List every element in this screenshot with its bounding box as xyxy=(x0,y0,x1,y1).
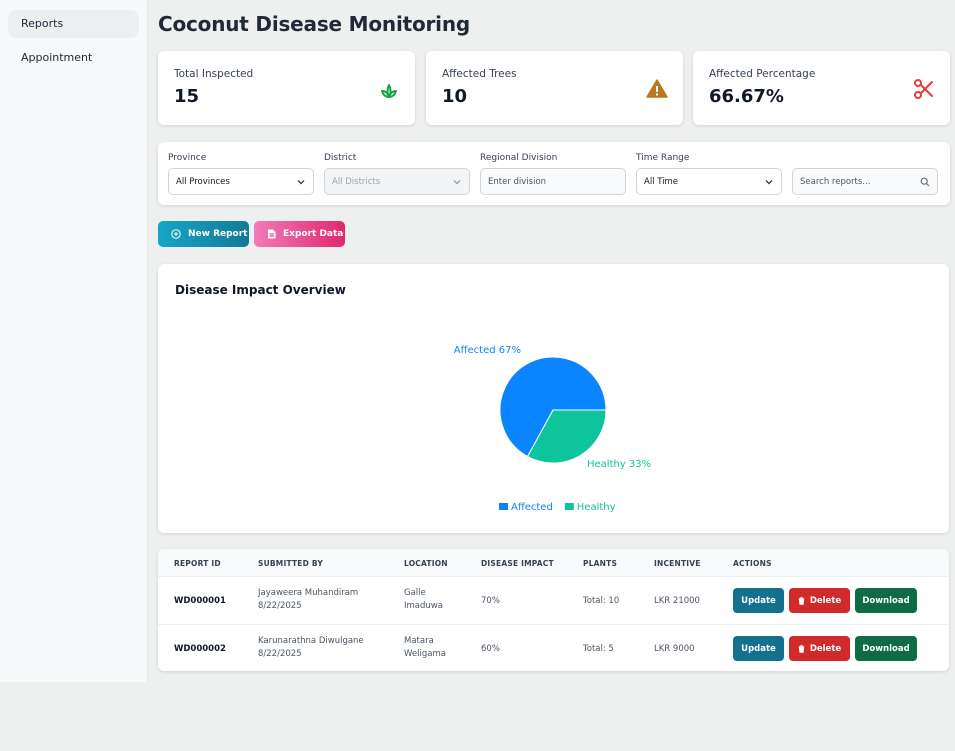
export-data-button[interactable]: Export Data xyxy=(254,221,345,247)
district-select[interactable]: All Districts xyxy=(324,168,470,195)
sidebar-item-appointment[interactable]: Appointment xyxy=(8,44,139,72)
header-actions: ACTIONS xyxy=(733,559,772,568)
submitter-name: Jayaweera Muhandiram xyxy=(258,588,359,598)
plants: Total: 10 xyxy=(583,596,620,606)
division-input[interactable]: Enter division xyxy=(480,168,626,195)
chevron-down-icon xyxy=(297,179,305,184)
time-range-label: Time Range xyxy=(636,153,690,163)
header-incentive: INCENTIVE xyxy=(654,559,701,568)
district-value: All Districts xyxy=(332,176,381,187)
new-report-button[interactable]: New Report xyxy=(158,221,249,247)
stat-label: Total Inspected xyxy=(174,68,254,80)
division-filter: Regional Division Enter division xyxy=(480,153,626,195)
location-town: Imaduwa xyxy=(404,601,443,611)
sprout-icon xyxy=(381,84,397,98)
search-group: Search reports... xyxy=(792,153,938,195)
location-district: Galle xyxy=(404,588,426,598)
plus-circle-icon xyxy=(171,229,181,239)
search-icon xyxy=(920,177,930,186)
stat-card-total-inspected: Total Inspected 15 xyxy=(158,51,415,125)
new-report-label: New Report xyxy=(188,229,248,239)
delete-label: Delete xyxy=(809,643,842,654)
slice-label-affected: Affected 67% xyxy=(454,345,521,356)
province-value: All Provinces xyxy=(176,176,230,187)
incentive: LKR 21000 xyxy=(654,596,700,606)
time-range-value: All Time xyxy=(644,176,679,187)
update-button[interactable]: Update xyxy=(733,588,784,613)
stat-label: Affected Trees xyxy=(442,68,517,80)
delete-button[interactable]: Delete xyxy=(789,636,850,661)
submitter-name: Karunarathna Diwulgane xyxy=(258,636,364,646)
trash-icon xyxy=(798,644,805,653)
legend-swatch-healthy xyxy=(564,503,574,510)
filter-bar: Province All Provinces District All Dist… xyxy=(158,142,950,205)
update-label: Update xyxy=(741,643,776,654)
stat-value: 15 xyxy=(174,86,200,107)
page-title: Coconut Disease Monitoring xyxy=(158,12,470,36)
scissors-icon xyxy=(914,79,933,99)
table-header: REPORT ID SUBMITTED BY LOCATION DISEASE … xyxy=(158,549,949,576)
sidebar: Reports Appointment xyxy=(0,0,148,682)
report-id: WD000001 xyxy=(174,596,226,606)
time-range-select[interactable]: All Time xyxy=(636,168,782,195)
export-data-label: Export Data xyxy=(283,229,344,239)
trash-icon xyxy=(798,596,805,605)
district-filter: District All Districts xyxy=(324,153,470,195)
header-submitted-by: SUBMITTED BY xyxy=(258,559,323,568)
download-label: Download xyxy=(862,595,910,606)
header-disease-impact: DISEASE IMPACT xyxy=(481,559,554,568)
table-row: WD000001 Jayaweera Muhandiram 8/22/2025 … xyxy=(158,576,949,624)
download-button[interactable]: Download xyxy=(855,588,917,613)
header-location: LOCATION xyxy=(404,559,448,568)
stat-card-affected-percentage: Affected Percentage 66.67% xyxy=(693,51,950,125)
header-plants: PLANTS xyxy=(583,559,618,568)
stat-value: 66.67% xyxy=(709,86,784,107)
location: Matara Weligama xyxy=(404,635,446,661)
disease-impact-chart-card: Disease Impact Overview Affected 67% Heal… xyxy=(158,264,949,533)
province-label: Province xyxy=(168,153,207,163)
submitted-date: 8/22/2025 xyxy=(258,649,302,659)
division-label: Regional Division xyxy=(480,153,558,163)
province-filter: Province All Provinces xyxy=(168,153,314,195)
pie-chart: Affected 67% Healthy 33% Affected Healthy xyxy=(454,345,651,513)
warning-icon xyxy=(646,79,668,98)
district-label: District xyxy=(324,153,357,163)
chevron-down-icon xyxy=(453,179,461,184)
submitted-by: Jayaweera Muhandiram 8/22/2025 xyxy=(258,587,358,613)
location-district: Matara xyxy=(404,636,434,646)
download-label: Download xyxy=(862,643,910,654)
delete-label: Delete xyxy=(809,595,842,606)
time-range-filter: Time Range All Time xyxy=(636,153,782,195)
slice-label-healthy: Healthy 33% xyxy=(587,459,651,470)
legend-label-healthy: Healthy xyxy=(577,502,616,513)
location: Galle Imaduwa xyxy=(404,587,443,613)
submitted-by: Karunarathna Diwulgane 8/22/2025 xyxy=(258,635,364,661)
location-town: Weligama xyxy=(404,649,446,659)
legend-swatch-affected xyxy=(499,503,508,510)
plants: Total: 5 xyxy=(583,644,614,654)
reports-table: REPORT ID SUBMITTED BY LOCATION DISEASE … xyxy=(158,549,949,671)
province-select[interactable]: All Provinces xyxy=(168,168,314,195)
division-placeholder: Enter division xyxy=(488,176,547,187)
report-id: WD000002 xyxy=(174,644,226,654)
chevron-down-icon xyxy=(765,179,773,184)
disease-impact: 60% xyxy=(481,644,500,654)
stat-value: 10 xyxy=(442,86,468,107)
submitted-date: 8/22/2025 xyxy=(258,601,302,611)
header-report-id: REPORT ID xyxy=(174,559,221,568)
stat-card-affected-trees: Affected Trees 10 xyxy=(426,51,683,125)
update-label: Update xyxy=(741,595,776,606)
delete-button[interactable]: Delete xyxy=(789,588,850,613)
download-button[interactable]: Download xyxy=(855,636,917,661)
table-row: WD000002 Karunarathna Diwulgane 8/22/202… xyxy=(158,624,949,671)
incentive: LKR 9000 xyxy=(654,644,695,654)
search-input[interactable]: Search reports... xyxy=(792,168,938,195)
sidebar-item-reports[interactable]: Reports xyxy=(8,10,139,38)
disease-impact: 70% xyxy=(481,596,500,606)
search-placeholder: Search reports... xyxy=(800,176,871,187)
legend-label-affected: Affected xyxy=(511,502,553,513)
stat-label: Affected Percentage xyxy=(709,68,816,80)
update-button[interactable]: Update xyxy=(733,636,784,661)
document-icon xyxy=(268,229,276,239)
